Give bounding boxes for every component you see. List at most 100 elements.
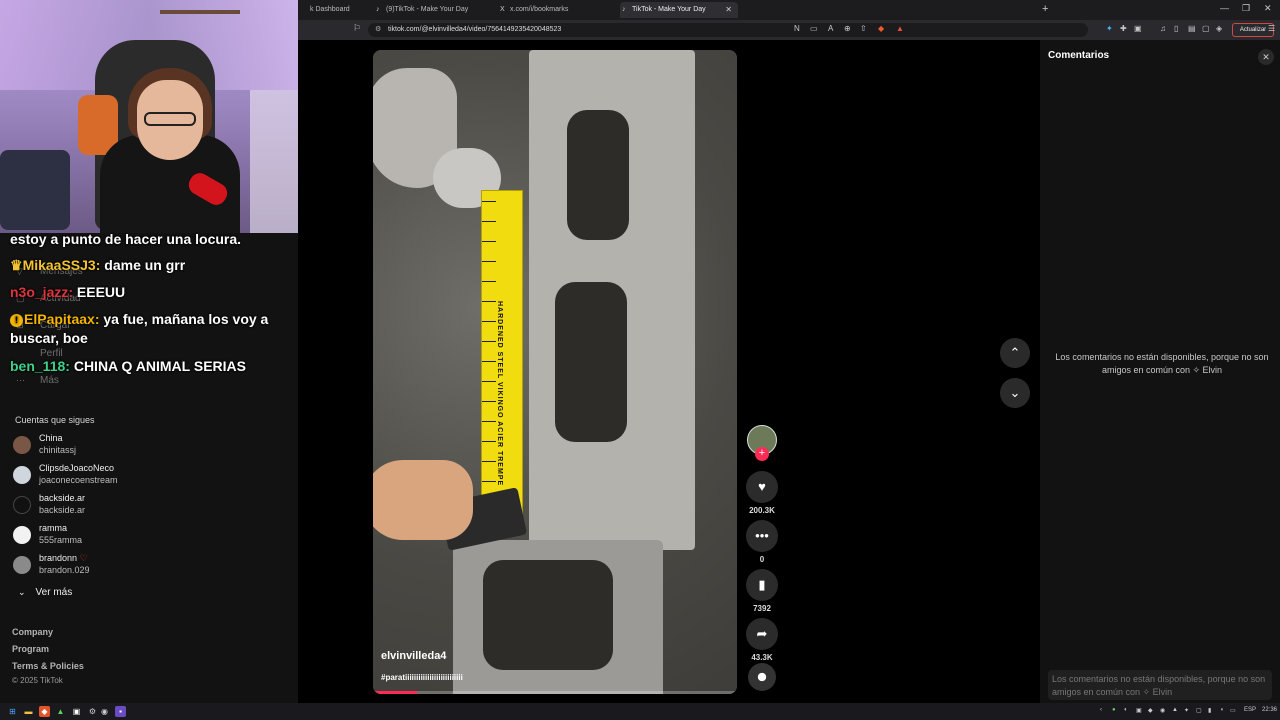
tab-tiktok-active[interactable]: ♪ TikTok - Make Your Day ✕ [620,2,738,18]
chat-message: n3o_jazz: EEEUU [10,283,290,302]
video-hashtag[interactable]: #paratiiiiiiiiiiiiiiiiiiiiiiiiii [381,673,463,682]
brave-shield-icon[interactable]: ◆ [878,24,884,33]
left-sidebar: ▽ Mensajes ▢ Actividad ⊞ Cargar Perfil ⋯… [0,230,298,703]
close-comments-button[interactable]: ✕ [1258,49,1274,65]
music-icon[interactable]: ♫ [1160,24,1166,33]
see-more-button[interactable]: ⌄ Ver más [18,587,72,598]
clock[interactable]: 22:36 [1262,707,1277,713]
chat-text: EEEUU [76,284,126,300]
translate-icon[interactable]: A [828,24,833,33]
extension-icon[interactable]: ✦ [1106,24,1113,33]
screen-icon[interactable]: ▭ [810,24,818,33]
avatar [13,466,31,484]
video-player[interactable]: HARDENED STEEL VIKINGO ACIER TREMPE elvi… [373,50,737,694]
following-item[interactable]: backside.ar backside.ar [13,493,213,519]
chat-user: ben_118: [10,358,70,374]
music-disc-icon[interactable] [748,663,776,691]
tray-app-icon[interactable]: ▢ [1196,707,1202,714]
url-field[interactable]: ⚙ tiktok.com/@elvinvilleda4/video/756414… [368,23,1088,37]
bookmark-icon[interactable]: ⚐ [353,23,361,34]
battery-icon[interactable]: ▭ [1230,707,1236,714]
following-handle: backside.ar [39,505,86,515]
minimize-icon[interactable]: — [1220,3,1229,13]
avatar [13,526,31,544]
vpn-icon[interactable]: ◈ [1216,24,1222,33]
avatar [13,496,31,514]
video-username[interactable]: elvinvilleda4 [381,650,446,662]
tray-expand-icon[interactable]: ‹ [1100,707,1102,713]
tray-app-icon[interactable]: ◆ [1148,707,1153,714]
like-button[interactable]: ♥ [746,471,778,503]
file-explorer-icon[interactable]: ▬ [23,706,34,717]
tab-tiktok-1[interactable]: ♪ (9)TikTok - Make Your Day [374,2,492,18]
close-icon: ✕ [1262,52,1270,62]
tiktok-icon: ♪ [376,6,380,13]
chat-user: n3o_jazz: [10,284,74,300]
tab-label: TikTok - Make Your Day [632,6,706,13]
volume-icon[interactable]: ◖ [1220,707,1224,713]
screen: k Dashboard ♪ (9)TikTok - Make Your Day … [0,0,1280,720]
tab-dashboard[interactable]: k Dashboard [298,2,368,18]
following-item[interactable]: ramma 555ramma [13,523,213,549]
menu-icon[interactable]: ☰ [1268,24,1275,33]
windows-start-icon[interactable]: ⊞ [7,706,18,717]
following-item[interactable]: ClipsdeJoacoNeco joaconecoenstream [13,463,213,489]
app-icon[interactable]: ▪ [115,706,126,717]
following-name: brandonn ♡ [39,553,88,563]
zoom-icon[interactable]: ⊕ [844,24,851,33]
share-button[interactable]: ➦ [746,618,778,650]
rewards-icon[interactable]: ▲ [896,24,904,33]
more-icon[interactable]: ⋯ [16,375,25,386]
new-tab-icon[interactable]: + [1042,3,1048,15]
settings-icon[interactable]: ⚙ [87,706,98,717]
wallet-icon[interactable]: ▢ [1202,24,1210,33]
close-tab-icon[interactable]: ✕ [725,2,732,18]
chevron-up-icon: ⌃ [1009,345,1021,360]
obs-icon[interactable]: ◉ [99,706,110,717]
language-indicator[interactable]: ESP [1244,707,1256,713]
tray-app-icon[interactable]: ◉ [1160,707,1165,714]
following-item[interactable]: brandonn ♡ brandon.029 [13,553,213,579]
url-text: tiktok.com/@elvinvilleda4/video/75641492… [388,26,562,33]
tray-app-icon[interactable]: ◐ [1124,707,1128,713]
like-count: 200.3K [749,506,775,515]
measuring-tape: HARDENED STEEL VIKINGO ACIER TREMPE [481,190,523,530]
tray-app-icon[interactable]: ● [1112,707,1116,713]
previous-video-button[interactable]: ⌃ [1000,338,1030,368]
save-button[interactable]: ▮ [746,569,778,601]
sidebar-item-more[interactable]: Más [40,375,59,386]
following-name: ClipsdeJoacoNeco [39,463,115,473]
footer-link-program[interactable]: Program [12,644,49,654]
brave-browser-icon[interactable]: ◆ [39,706,50,717]
close-window-icon[interactable]: ✕ [1264,3,1272,14]
footer-link-company[interactable]: Company [12,627,53,637]
maximize-icon[interactable]: ❐ [1242,3,1250,14]
tabs-icon[interactable]: ▤ [1188,24,1196,33]
comment-button[interactable]: ••• [746,520,778,552]
tab-x-bookmarks[interactable]: X x.com/i/bookmarks [498,2,616,18]
alert-badge-icon: ! [10,314,23,327]
follow-plus-icon[interactable]: + [755,447,769,461]
footer-link-terms[interactable]: Terms & Policies [12,661,84,671]
bookmark-icon: ▮ [758,577,766,592]
tray-app-icon[interactable]: ▣ [1136,707,1142,714]
reader-icon[interactable]: N [794,24,800,33]
share-icon[interactable]: ⇧ [860,24,867,33]
chat-user: ElPapitaax: [24,311,100,327]
chat-text: dame un grr [104,257,186,273]
sidebar-icon[interactable]: ▯ [1174,24,1178,33]
following-item[interactable]: China chinitassj [13,433,213,459]
heart-icon: ♥ [758,479,766,494]
chat-message: estoy a punto de hacer una locura. [10,230,290,249]
avatar [13,556,31,574]
puzzle-icon[interactable]: ✚ [1120,24,1127,33]
tray-app-icon[interactable]: ✦ [1184,707,1189,714]
app-icon[interactable]: ▲ [55,706,66,717]
media-icon[interactable]: ▣ [1134,24,1142,33]
next-video-button[interactable]: ⌄ [1000,378,1030,408]
network-icon[interactable]: ▮ [1208,707,1211,714]
site-info-icon[interactable]: ⚙ [375,23,381,37]
video-progress-bar[interactable] [373,691,737,694]
app-icon[interactable]: ▣ [71,706,82,717]
tray-app-icon[interactable]: ▲ [1172,707,1178,713]
